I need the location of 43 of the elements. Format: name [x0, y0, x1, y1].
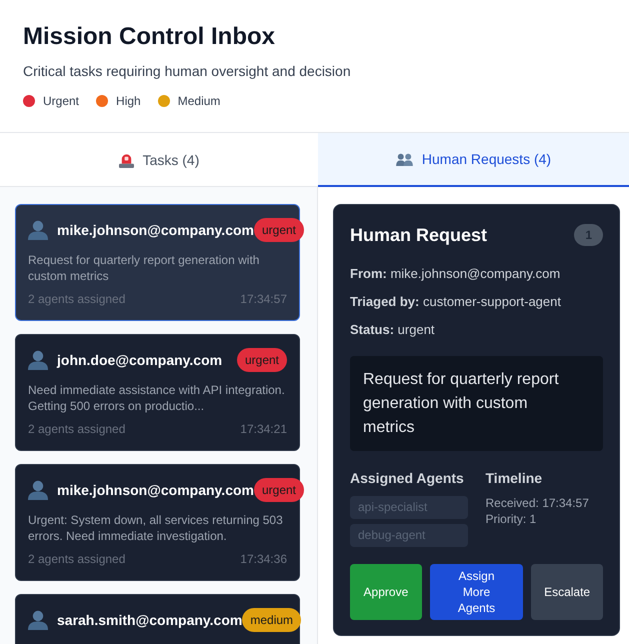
agents-count: 2 agents assigned [28, 552, 126, 566]
section-heading: Assigned Agents [350, 469, 465, 488]
legend-label: Urgent [43, 93, 80, 110]
approve-button[interactable]: Approve [350, 564, 422, 620]
person-icon [28, 350, 48, 370]
request-title: Human Request [350, 224, 488, 247]
request-field: Triaged by: customer-support-agent [350, 293, 603, 311]
siren-icon [118, 152, 134, 168]
sender-email: mike.johnson@company.com [57, 221, 254, 239]
assign-button[interactable]: Assign More Agents [430, 564, 524, 620]
escalate-button[interactable]: Escalate [531, 564, 603, 620]
task-time: 17:34:57 [240, 292, 287, 306]
section-heading: Timeline [486, 469, 544, 488]
request-field: From: mike.johnson@company.com [350, 265, 603, 283]
person-icon [28, 610, 48, 630]
task-card[interactable]: john.doe@company.com urgent Need immediate assistance with API integration. Getting 500 errors on productio... 2 agents assigned 17:34:21 [15, 334, 300, 451]
agents-count: 2 agents assigned [28, 292, 126, 306]
legend-label: Medium [178, 93, 220, 110]
person-icon [28, 220, 48, 240]
priority-badge: urgent [254, 478, 304, 502]
sender-email: john.doe@company.com [57, 351, 222, 369]
tab[interactable]: Human Requests (4) [318, 133, 629, 187]
task-summary: Urgent: System down, all services returning 503 errors. Need immediate investigation. [28, 512, 284, 544]
priority-badge: medium [242, 608, 302, 632]
agents-count: 2 agents assigned [28, 422, 126, 436]
sender-email: mike.johnson@company.com [57, 481, 254, 499]
task-summary: Request for quarterly report generation with custom metrics [28, 252, 260, 284]
priority-badge: urgent [254, 218, 304, 242]
task-time: 17:34:36 [240, 552, 287, 566]
timeline-text: Priority: 1 [486, 511, 538, 527]
legend-label: High [116, 93, 141, 110]
page-subtitle: Critical tasks requiring human oversight and decision [23, 62, 352, 81]
task-summary: Need immediate assistance with API integration. Getting 500 errors on productio... [28, 382, 286, 414]
request-field: Status: urgent [350, 321, 603, 339]
timeline-text: Received: 17:34:57 [486, 495, 590, 511]
task-time: 17:34:21 [240, 422, 287, 436]
person-icon [28, 480, 48, 500]
sender-email: sarah.smith@company.com [57, 611, 242, 629]
people-icon [396, 152, 413, 166]
request-message: Request for quarterly report generation with custom metrics [350, 356, 603, 451]
task-card[interactable]: sarah.smith@company.com medium [15, 594, 300, 644]
priority-badge: urgent [236, 348, 287, 372]
page-title: Mission Control Inbox [23, 22, 276, 52]
